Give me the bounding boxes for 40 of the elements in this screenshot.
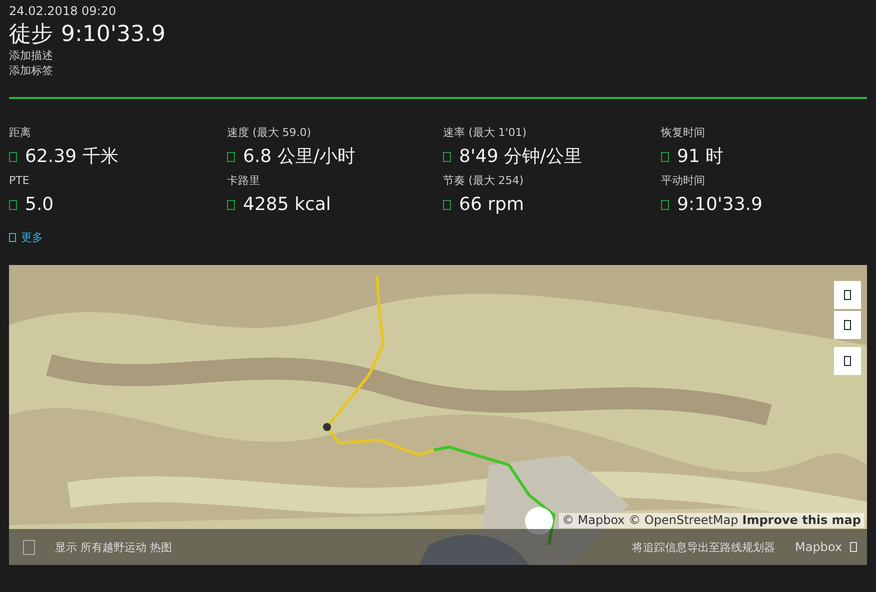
attribution-text: © Mapbox © OpenStreetMap — [562, 513, 738, 528]
heatmap-label: 显示 所有越野运动 热图 — [55, 540, 172, 554]
stat-icon — [661, 200, 669, 210]
export-link[interactable]: 将追踪信息导出至路线规划器 — [632, 540, 775, 554]
info-icon[interactable] — [850, 542, 857, 552]
stat-value: 6.8 公里/小时 — [243, 146, 356, 168]
stat-label: 速率 (最大 1'01) — [443, 126, 528, 140]
stat-value: 62.39 千米 — [25, 146, 118, 168]
stat-label: PTE — [9, 174, 30, 188]
stat-value: 4285 kcal — [243, 194, 331, 216]
stat-label: 距离 — [9, 126, 32, 140]
add-link[interactable]: 添加描述 — [9, 48, 53, 63]
stat-value: 9:10'33.9 — [677, 194, 762, 216]
stat-value: 66 rpm — [459, 194, 524, 216]
zoom-in-button[interactable] — [834, 281, 861, 309]
stat-icon — [661, 152, 669, 162]
stat-value: 8'49 分钟/公里 — [459, 146, 582, 168]
stat-label: 节奏 (最大 254) — [443, 174, 525, 188]
add-link[interactable]: 添加标签 — [9, 63, 53, 78]
stat-value: 91 时 — [677, 146, 724, 168]
stat-label: 卡路里 — [227, 174, 261, 188]
stat-label: 恢复时间 — [661, 126, 706, 140]
stat-value: 5.0 — [25, 194, 54, 216]
stat-icon — [443, 200, 451, 210]
improve-map-link[interactable]: Improve this map — [742, 513, 861, 528]
stat-icon — [9, 152, 17, 162]
stat-label: 速度 (最大 59.0) — [227, 126, 312, 140]
stat-icon — [9, 200, 17, 210]
map-provider-link[interactable]: Mapbox — [794, 540, 842, 554]
more-link[interactable]: 更多 — [9, 230, 43, 245]
activity-type: 徒步 — [9, 22, 53, 48]
layers-button[interactable] — [834, 347, 861, 375]
zoom-out-button[interactable] — [834, 311, 861, 339]
heatmap-checkbox[interactable] — [23, 540, 35, 554]
activity-duration: 9:10'33.9 — [61, 22, 166, 48]
stat-icon — [227, 152, 235, 162]
stat-label: 平动时间 — [661, 174, 706, 188]
stat-icon — [227, 200, 235, 210]
stat-icon — [443, 152, 451, 162]
activity-date: 24.02.2018 09:20 — [9, 4, 118, 18]
